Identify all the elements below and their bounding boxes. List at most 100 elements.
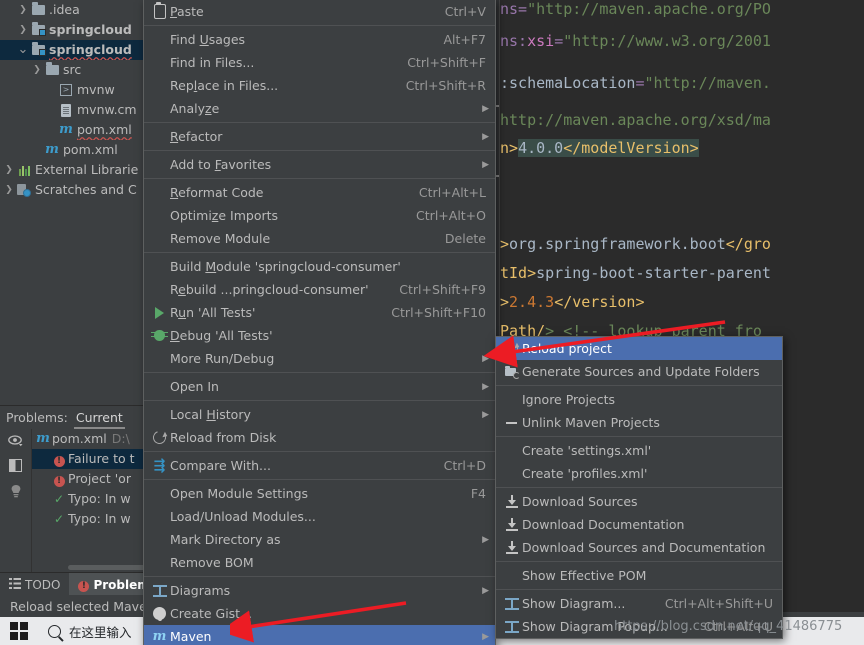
maven-submenu[interactable]: Reload project Generate Sources and Updat… bbox=[495, 336, 783, 639]
tree-item-springcloud[interactable]: ⌄ springcloud bbox=[0, 40, 143, 60]
menu-item-local-history[interactable]: Local History ▶ bbox=[144, 403, 495, 426]
problems-list[interactable]: m pom.xml D:\ ! Failure to t! Project 'or ✓… bbox=[32, 429, 143, 573]
menu-item-diagrams[interactable]: Diagrams ▶ bbox=[144, 579, 495, 602]
diagram-icon bbox=[504, 597, 519, 610]
tree-item-label: pom.xml bbox=[63, 142, 118, 157]
menu-item-load-unload-modules[interactable]: Load/Unload Modules... bbox=[144, 505, 495, 528]
maven-menu-item-download-sources[interactable]: Download Sources bbox=[496, 490, 782, 513]
tree-item-external-librarie[interactable]: ❯ External Librarie bbox=[0, 160, 143, 180]
menu-item-run-all-tests[interactable]: Run 'All Tests' Ctrl+Shift+F10 bbox=[144, 301, 495, 324]
chevron-right-icon[interactable]: ❯ bbox=[16, 20, 30, 40]
problems-tab-current[interactable]: Current bbox=[73, 406, 125, 429]
tree-item-mvnw-cm[interactable]: mvnw.cm bbox=[0, 100, 143, 120]
tree-item-label: .idea bbox=[49, 2, 80, 17]
menu-item-label: Reload project bbox=[522, 341, 612, 356]
maven-menu-item-create-settings-xml[interactable]: Create 'settings.xml' bbox=[496, 439, 782, 462]
menu-item-label: Download Sources bbox=[522, 494, 638, 509]
problems-side-toolbar[interactable] bbox=[0, 429, 32, 573]
problem-row-label: Typo: In w bbox=[68, 511, 131, 526]
lightbulb-icon[interactable] bbox=[10, 484, 22, 498]
maven-menu-item-generate-sources[interactable]: Generate Sources and Update Folders bbox=[496, 360, 782, 383]
todo-icon bbox=[9, 577, 21, 592]
menu-item-label: Add to Favorites bbox=[170, 157, 272, 172]
problems-file-path: D:\ bbox=[111, 431, 130, 446]
tree-item-pom-xml[interactable]: m pom.xml bbox=[0, 120, 143, 140]
problems-tool-window[interactable]: Problems: Current m pom.xml D:\ ! Failur… bbox=[0, 405, 143, 573]
diagram-icon bbox=[152, 584, 167, 597]
document-icon bbox=[61, 103, 71, 117]
maven-menu-item-show-effective-pom[interactable]: Show Effective POM bbox=[496, 564, 782, 587]
menu-item-maven[interactable]: m Maven ▶ bbox=[144, 625, 495, 645]
maven-menu-item-ignore-projects[interactable]: Ignore Projects bbox=[496, 388, 782, 411]
menu-item-debug-all-tests[interactable]: Debug 'All Tests' bbox=[144, 324, 495, 347]
menu-item-build-module[interactable]: Build Module 'springcloud-consumer' bbox=[144, 255, 495, 278]
tree-item-mvnw[interactable]: > mvnw bbox=[0, 80, 143, 100]
menu-item-remove-module[interactable]: Remove Module Delete bbox=[144, 227, 495, 250]
chevron-right-icon[interactable]: ❯ bbox=[16, 0, 30, 20]
taskbar-search-input[interactable]: 在这里输入 bbox=[38, 622, 132, 641]
menu-item-analyze[interactable]: Analyze ▶ bbox=[144, 97, 495, 120]
maven-menu-item-unlink-maven-projects[interactable]: Unlink Maven Projects bbox=[496, 411, 782, 434]
eye-icon[interactable] bbox=[7, 435, 24, 447]
windows-start-icon[interactable] bbox=[0, 617, 38, 645]
tree-item-src[interactable]: ❯ src bbox=[0, 60, 143, 80]
code-line: tId>spring-boot-starter-parent bbox=[500, 258, 771, 289]
menu-item-add-to-favorites[interactable]: Add to Favorites ▶ bbox=[144, 153, 495, 176]
tree-item-pom-xml[interactable]: m pom.xml bbox=[0, 140, 143, 160]
project-context-menu[interactable]: Paste Ctrl+V Find Usages Alt+F7 Find in File… bbox=[143, 0, 496, 645]
error-icon: ! bbox=[50, 469, 68, 489]
code-token: n> bbox=[500, 139, 519, 157]
menu-item-find-usages[interactable]: Find Usages Alt+F7 bbox=[144, 28, 495, 51]
problem-row[interactable]: ✓ Typo: In w bbox=[32, 509, 143, 529]
mnemonic-letter: U bbox=[199, 32, 209, 47]
tree-item-scratches-and-c[interactable]: ❯ Scratches and C bbox=[0, 180, 143, 200]
menu-item-rebuild-module[interactable]: Rebuild ...pringcloud-consumer' Ctrl+Shif… bbox=[144, 278, 495, 301]
chevron-right-icon: ▶ bbox=[482, 103, 489, 114]
menu-item-open-in[interactable]: Open In ▶ bbox=[144, 375, 495, 398]
menu-item-label: Analyze bbox=[170, 101, 220, 116]
split-view-icon[interactable] bbox=[9, 459, 22, 472]
maven-menu-item-reload-project[interactable]: Reload project bbox=[496, 337, 782, 360]
menu-item-remove-bom[interactable]: Remove BOM bbox=[144, 551, 495, 574]
problems-file-row[interactable]: m pom.xml D:\ bbox=[32, 429, 143, 449]
menu-item-mark-directory-as[interactable]: Mark Directory as ▶ bbox=[144, 528, 495, 551]
chevron-right-icon: ▶ bbox=[482, 585, 489, 596]
menu-item-reformat-code[interactable]: Reformat Code Ctrl+Alt+L bbox=[144, 181, 495, 204]
chevron-down-icon[interactable]: ⌄ bbox=[16, 43, 30, 56]
menu-item-label: Remove BOM bbox=[170, 555, 254, 570]
maven-menu-item-download-documentation[interactable]: Download Documentation bbox=[496, 513, 782, 536]
chevron-right-icon[interactable]: ❯ bbox=[2, 180, 16, 200]
menu-item-replace-in-files[interactable]: Replace in Files... Ctrl+Shift+R bbox=[144, 74, 495, 97]
tool-tab-todo[interactable]: TODO bbox=[0, 573, 69, 596]
chevron-right-icon[interactable]: ❯ bbox=[2, 160, 16, 180]
menu-item-more-run-debug[interactable]: More Run/Debug ▶ bbox=[144, 347, 495, 370]
problems-horizontal-scrollbar[interactable] bbox=[68, 565, 143, 570]
maven-menu-item-download-sources-and-documentation[interactable]: Download Sources and Documentation bbox=[496, 536, 782, 559]
menu-item-label: More Run/Debug bbox=[170, 351, 275, 366]
tree-item-springcloud[interactable]: ❯ springcloud bbox=[0, 20, 143, 40]
search-icon bbox=[48, 624, 61, 638]
menu-item-create-gist[interactable]: Create Gist... bbox=[144, 602, 495, 625]
code-token: "http://maven. bbox=[644, 74, 771, 92]
tree-item-label: Scratches and C bbox=[35, 182, 137, 197]
menu-item-optimize-imports[interactable]: Optimize Imports Ctrl+Alt+O bbox=[144, 204, 495, 227]
menu-item-paste[interactable]: Paste Ctrl+V bbox=[144, 0, 495, 23]
project-tool-window[interactable]: ❯ .idea ❯ springcloud ⌄ springcloud ❯ src > mvnw m… bbox=[0, 0, 143, 408]
problem-row[interactable]: ✓ Typo: In w bbox=[32, 489, 143, 509]
problem-row[interactable]: ! Project 'or bbox=[32, 469, 143, 489]
maven-menu-item-show-diagram[interactable]: Show Diagram... Ctrl+Alt+Shift+U bbox=[496, 592, 782, 615]
menu-separator bbox=[144, 252, 495, 253]
tree-item--idea[interactable]: ❯ .idea bbox=[0, 0, 143, 20]
chevron-right-icon[interactable]: ❯ bbox=[30, 60, 44, 80]
menu-item-label: Create 'settings.xml' bbox=[522, 443, 652, 458]
menu-item-reload-from-disk[interactable]: Reload from Disk bbox=[144, 426, 495, 449]
menu-item-refactor[interactable]: Refactor ▶ bbox=[144, 125, 495, 148]
problem-row[interactable]: ! Failure to t bbox=[32, 449, 143, 469]
menu-item-find-in-files[interactable]: Find in Files... Ctrl+Shift+F bbox=[144, 51, 495, 74]
menu-item-compare-with[interactable]: ⇶ Compare With... Ctrl+D bbox=[144, 454, 495, 477]
menu-item-open-module-settings[interactable]: Open Module Settings F4 bbox=[144, 482, 495, 505]
maven-menu-item-create-profiles-xml[interactable]: Create 'profiles.xml' bbox=[496, 462, 782, 485]
mnemonic-letter: P bbox=[170, 4, 177, 19]
menu-item-shortcut: Ctrl+Shift+F10 bbox=[391, 305, 486, 320]
menu-item-label: Ignore Projects bbox=[522, 392, 615, 407]
